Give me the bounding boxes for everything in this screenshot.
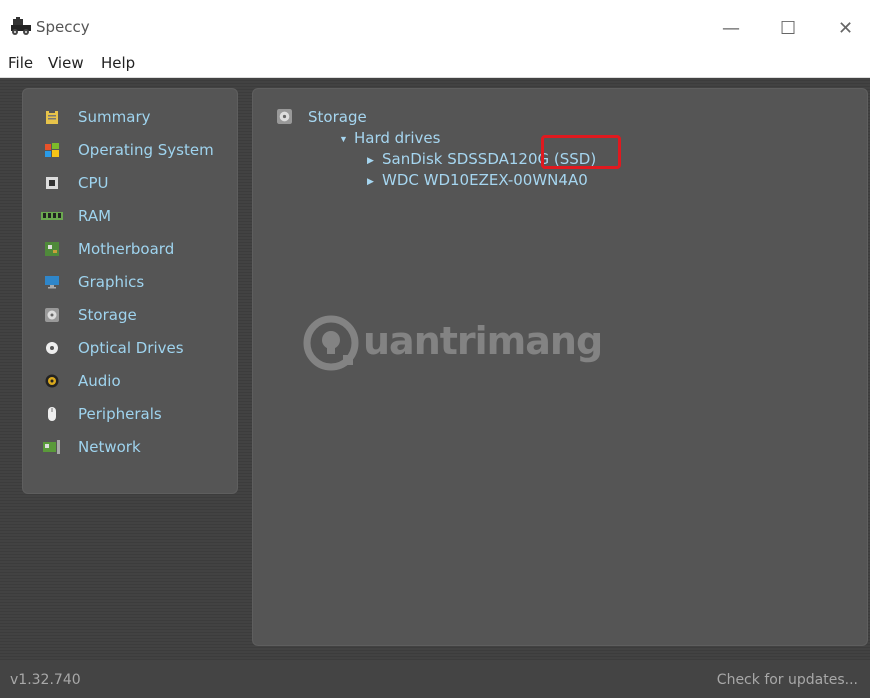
sidebar-item-label: Optical Drives bbox=[78, 339, 184, 357]
tree-root-storage: Storage bbox=[308, 108, 367, 126]
motherboard-icon bbox=[45, 242, 59, 256]
watermark-text: uantrimang bbox=[363, 319, 603, 363]
sidebar-item-label: Operating System bbox=[78, 141, 214, 159]
sidebar-item-label: Storage bbox=[78, 306, 137, 324]
sidebar-item-operating-system[interactable]: Operating System bbox=[23, 135, 237, 165]
speaker-icon bbox=[45, 374, 59, 388]
check-updates-link[interactable]: Check for updates... bbox=[717, 672, 858, 688]
optical-disc-icon bbox=[46, 342, 58, 354]
sidebar-item-motherboard[interactable]: Motherboard bbox=[23, 234, 237, 264]
menu-help[interactable]: Help bbox=[101, 54, 135, 72]
ssd-highlight-box bbox=[541, 135, 621, 169]
version-label: v1.32.740 bbox=[10, 672, 81, 688]
sidebar-item-label: Audio bbox=[78, 372, 121, 390]
minimize-button[interactable]: — bbox=[722, 18, 740, 39]
expanded-arrow-icon[interactable]: ▼ bbox=[339, 134, 348, 144]
title-bar: Speccy — ☐ ✕ bbox=[0, 0, 870, 47]
status-bar: v1.32.740 Check for updates... bbox=[0, 660, 870, 698]
sidebar-item-label: Summary bbox=[78, 108, 151, 126]
hard-disk-icon bbox=[277, 109, 292, 124]
tree-group-hard-drives[interactable]: Hard drives bbox=[354, 129, 440, 147]
tree-item-drive-hdd[interactable]: WDC WD10EZEX-00WN4A0 bbox=[382, 171, 588, 189]
collapsed-arrow-icon[interactable]: ▶ bbox=[367, 155, 374, 166]
sidebar-item-cpu[interactable]: CPU bbox=[23, 168, 237, 198]
network-card-icon bbox=[43, 440, 60, 454]
ram-stick-icon bbox=[41, 212, 63, 220]
sidebar-item-label: CPU bbox=[78, 174, 109, 192]
lightbulb-logo-icon bbox=[303, 315, 359, 371]
close-button[interactable]: ✕ bbox=[838, 18, 853, 39]
window-title: Speccy bbox=[36, 18, 90, 36]
watermark: uantrimang bbox=[303, 315, 603, 375]
cpu-chip-icon bbox=[46, 177, 58, 189]
sidebar-item-audio[interactable]: Audio bbox=[23, 366, 237, 396]
sidebar-item-optical-drives[interactable]: Optical Drives bbox=[23, 333, 237, 363]
menu-view[interactable]: View bbox=[48, 54, 84, 72]
monitor-icon bbox=[45, 276, 59, 289]
sidebar-item-storage[interactable]: Storage bbox=[23, 300, 237, 330]
maximize-button[interactable]: ☐ bbox=[780, 18, 796, 39]
sidebar-item-network[interactable]: Network bbox=[23, 432, 237, 462]
main-area: Summary Operating System CPU RAM Motherb… bbox=[0, 78, 870, 660]
sidebar-item-label: Network bbox=[78, 438, 141, 456]
sidebar-item-label: RAM bbox=[78, 207, 112, 225]
clipboard-icon bbox=[46, 110, 58, 124]
sidebar-item-label: Peripherals bbox=[78, 405, 162, 423]
hard-disk-icon bbox=[45, 308, 59, 322]
content-panel: Storage ▼ Hard drives ▶ SanDisk SDSSDA12… bbox=[252, 88, 868, 646]
sidebar-item-ram[interactable]: RAM bbox=[23, 201, 237, 231]
windows-logo-icon bbox=[45, 143, 59, 157]
sidebar-panel: Summary Operating System CPU RAM Motherb… bbox=[22, 88, 238, 494]
menu-bar: File View Help bbox=[0, 47, 870, 78]
speccy-app-icon bbox=[11, 17, 31, 35]
sidebar-item-graphics[interactable]: Graphics bbox=[23, 267, 237, 297]
sidebar-item-label: Graphics bbox=[78, 273, 145, 291]
sidebar-item-label: Motherboard bbox=[78, 240, 175, 258]
collapsed-arrow-icon[interactable]: ▶ bbox=[367, 176, 374, 187]
sidebar-item-summary[interactable]: Summary bbox=[23, 102, 237, 132]
menu-file[interactable]: File bbox=[8, 54, 33, 72]
sidebar-item-peripherals[interactable]: Peripherals bbox=[23, 399, 237, 429]
mouse-icon bbox=[48, 407, 56, 421]
